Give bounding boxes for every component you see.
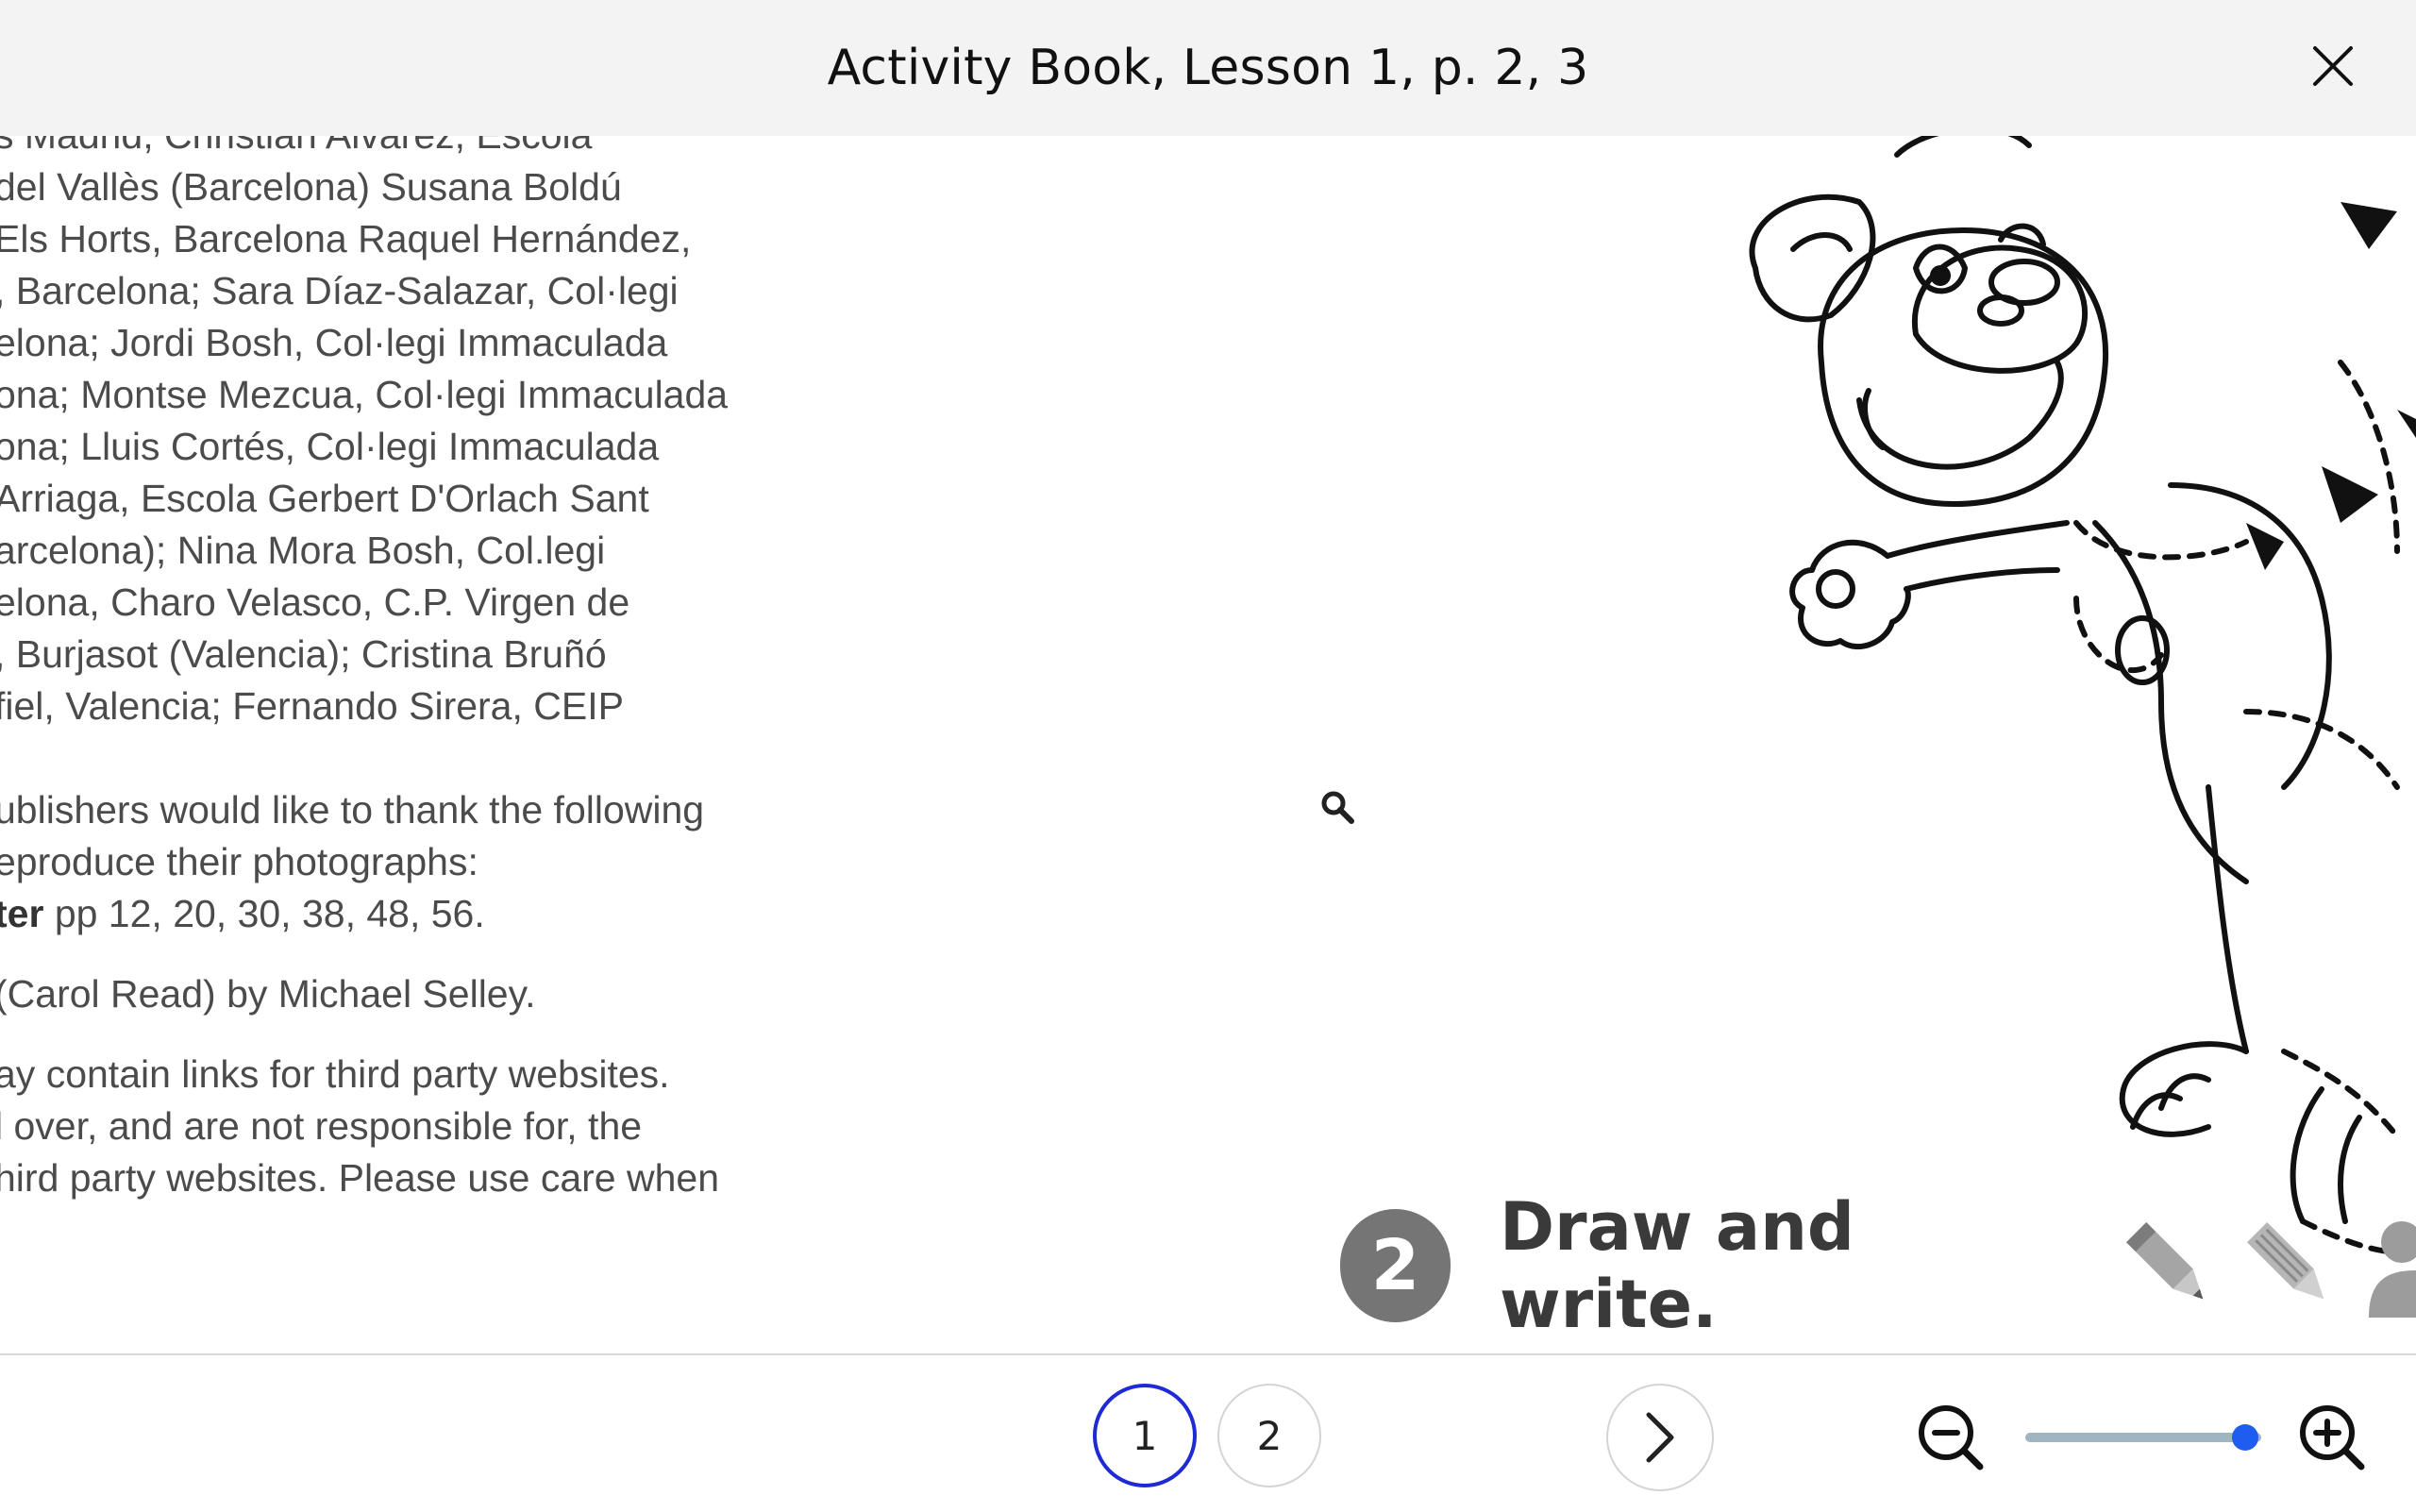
magnifier-icon[interactable] [1319,789,1357,827]
photo-credit-line: ter pp 12, 20, 30, 38, 48, 56. [0,888,844,940]
page-button-1[interactable]: 1 [1093,1384,1197,1487]
zoom-in-icon[interactable] [2297,1403,2367,1472]
zoom-slider-thumb[interactable] [2231,1424,2258,1451]
publishers-line: eproduce their photographs: [0,840,478,883]
disclaimer-line: l over, and are not responsible for, the [0,1104,643,1148]
person-icon [2369,1221,2416,1318]
disclaimer-line: ay contain links for third party website… [0,1052,670,1096]
illustration-credit-line: (Carol Read) by Michael Selley. [0,972,536,1016]
chevron-right-icon [1646,1412,1674,1463]
credit-line: Els Horts, Barcelona Raquel Hernández, [0,217,692,260]
activity-instruction: Draw and write. [1499,1188,1855,1343]
credit-line: del Vallès (Barcelona) Susana Boldú [0,165,622,209]
book-page-viewer[interactable]: s Madrid; Christian Alvarez, Escola del … [0,136,2416,1353]
credit-line: arcelona); Nina Mora Bosh, Col.legi [0,529,606,572]
photo-credit-bold: ter [0,892,44,935]
next-page-button[interactable] [1606,1384,1714,1491]
credit-line: , Barcelona; Sara Díaz-Salazar, Col·legi [0,269,679,312]
credit-line: ona; Lluis Cortés, Col·legi Immaculada [0,425,660,468]
close-button[interactable] [2303,36,2363,96]
pencil-icon [2126,1222,2204,1300]
credit-line: , Burjasot (Valencia); Cristina Bruñó [0,632,607,676]
close-icon [2313,46,2353,86]
credit-line: elona, Charo Velasco, C.P. Virgen de [0,580,630,624]
activity-number-badge: 2 [1340,1209,1451,1322]
photo-credit-pages: pp 12, 20, 30, 38, 48, 56. [43,892,485,935]
zoom-slider[interactable] [2025,1433,2261,1442]
publishers-line: ublishers would like to thank the follow… [0,788,705,832]
credit-line: elona; Jordi Bosh, Col·legi Immaculada [0,321,668,364]
colored-pencil-icon [2247,1222,2324,1300]
credit-line: s Madrid; Christian Alvarez, Escola [0,136,844,161]
page-title: Activity Book, Lesson 1, p. 2, 3 [827,40,1589,96]
page-button-2[interactable]: 2 [1217,1384,1321,1487]
activity-icons [2118,1214,2416,1318]
disclaimer-line: hird party websites. Please use care whe… [0,1156,720,1200]
zoom-out-icon[interactable] [1916,1403,1986,1472]
credit-line: fiel, Valencia; Fernando Sirera, CEIP [0,684,624,728]
activity-heading: 2 Draw and write. [1340,1188,2416,1343]
cartoon-dog-illustration [1749,136,2416,1255]
title-bar: Activity Book, Lesson 1, p. 2, 3 [0,0,2416,137]
credit-line: ona; Montse Mezcua, Col·legi Immaculada [0,373,729,416]
bottom-toolbar: 1 2 [0,1353,2416,1512]
acknowledgements-text: s Madrid; Christian Alvarez, Escola del … [0,136,844,1204]
credit-line: Arriaga, Escola Gerbert D'Orlach Sant [0,477,649,520]
